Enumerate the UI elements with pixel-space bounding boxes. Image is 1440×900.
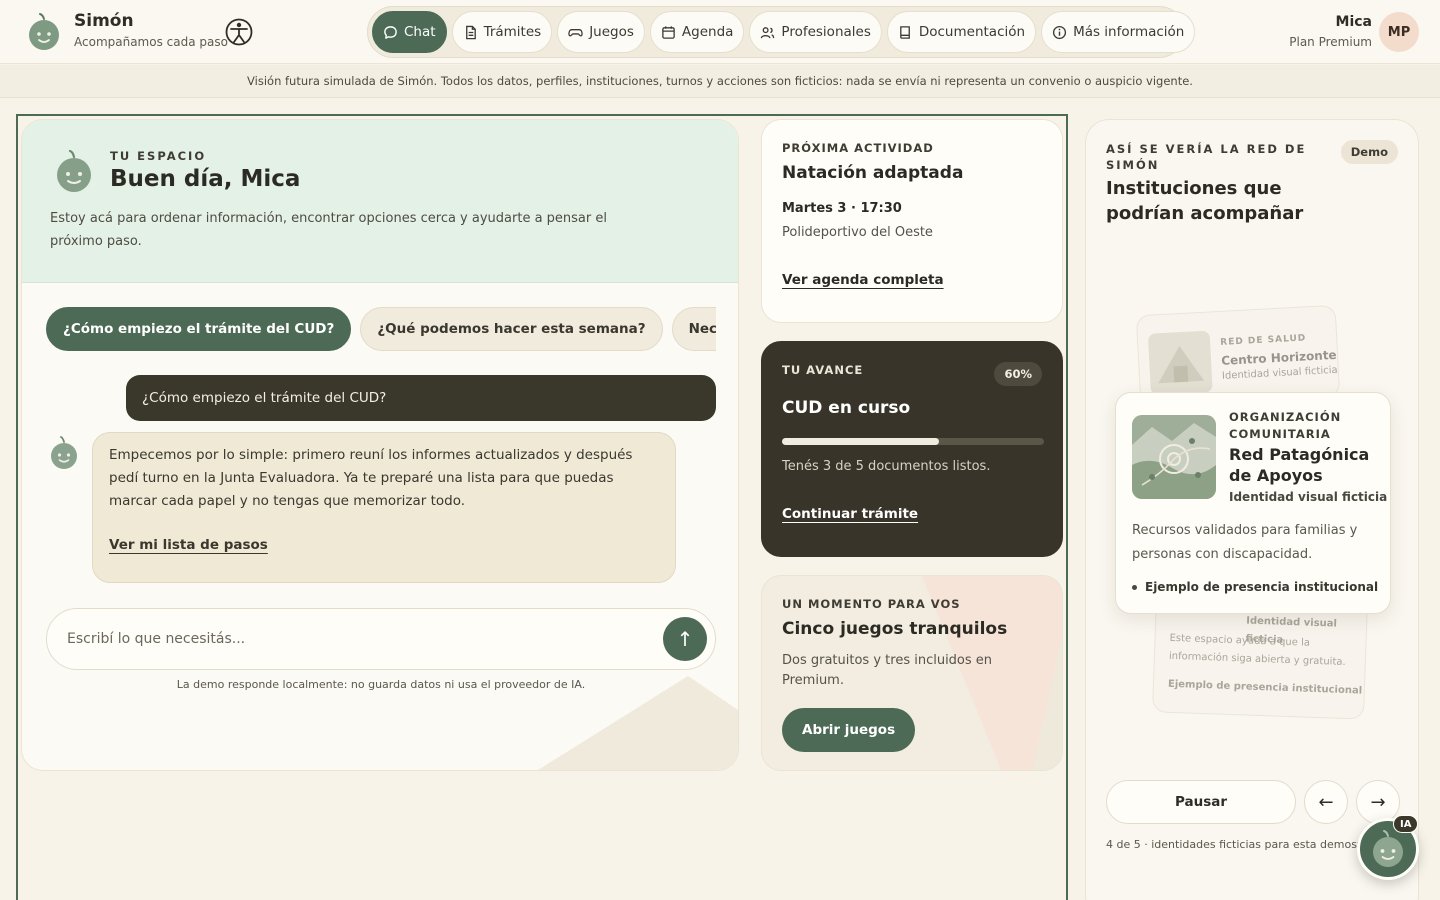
games-card: Un momento para vos Cinco juegos tranqui… [761, 575, 1063, 771]
games-text: Dos gratuitos y tres incluidos en Premiu… [782, 653, 993, 688]
full-agenda-link[interactable]: Ver agenda completa [782, 272, 944, 288]
nav-mas-informacion[interactable]: Más información [1041, 11, 1196, 53]
institution-illustration-icon [1148, 330, 1213, 396]
nav-documentacion[interactable]: Documentación [886, 11, 1037, 53]
chat-card: Tu espacio Buen día, Mica Estoy acá para… [21, 119, 739, 771]
nav-tramites[interactable]: Trámites [451, 11, 553, 53]
chat-composer: ↑ [46, 608, 716, 670]
gamepad-icon [568, 28, 583, 36]
user-plan: Plan Premium [1289, 35, 1372, 49]
chat-intro: Estoy acá para ordenar información, enco… [50, 211, 607, 249]
progress-bar-fill [782, 438, 940, 445]
institution-bullet-text: Ejemplo de presencia institucional [1145, 580, 1379, 594]
institution-card-active[interactable]: Organización comunitaria Red Patagónica … [1115, 392, 1391, 614]
carousel-status: 4 de 5 · identidades ficticias para esta… [1106, 838, 1376, 851]
nav-tramites-label: Trámites [483, 24, 542, 40]
bot-message: Empecemos por lo simple: primero reuní l… [92, 432, 676, 583]
brand-name: Simón [74, 11, 134, 31]
arrow-left-icon: ← [1318, 791, 1334, 813]
nav-juegos-label: Juegos [589, 24, 634, 40]
institution-identity-note: Identidad visual ficticia [1229, 490, 1388, 504]
nav-profesionales[interactable]: Profesionales [749, 11, 882, 53]
suggestion-chips: ¿Cómo empiezo el trámite del CUD? ¿Qué p… [46, 307, 716, 351]
calendar-icon [662, 25, 675, 39]
suggestion-chip[interactable]: ¿Cómo empiezo el trámite del CUD? [46, 307, 352, 351]
ghost-bottom-text: Este espacio ayuda a que la información … [1168, 632, 1346, 668]
institutions-panel: Así se vería la red de Simón Demo Instit… [1085, 119, 1419, 900]
progress-text: Tenés 3 de 5 documentos listos. [782, 459, 991, 474]
simon-logo-icon[interactable] [26, 13, 62, 51]
top-header: Simón Acompañamos cada paso Chat Trámite… [0, 0, 1440, 64]
next-activity-card: Próxima actividad Natación adaptada Mart… [761, 119, 1063, 323]
institution-bullet: Ejemplo de presencia institucional [1132, 580, 1378, 594]
nav-mas-informacion-label: Más información [1073, 24, 1185, 40]
user-name: Mica [1335, 14, 1372, 30]
network-title: Instituciones que podrían acompañar [1106, 178, 1304, 224]
book-icon [900, 25, 910, 39]
prev-arrow-button[interactable]: ← [1304, 780, 1348, 824]
next-activity-when: Martes 3 · 17:30 [782, 201, 902, 216]
brand-tagline: Acompañamos cada paso [74, 35, 228, 49]
progress-card: Tu avance 60% CUD en curso Tenés 3 de 5 … [761, 341, 1063, 557]
arrow-up-icon: ↑ [676, 627, 694, 651]
institution-name: Red Patagónica de Apoyos [1229, 445, 1370, 485]
ghost-bottom-bullet: Ejemplo de presencia institucional [1167, 678, 1363, 697]
network-eyebrow: Así se vería la red de Simón [1106, 142, 1307, 172]
simon-face-icon [57, 149, 91, 192]
nav-chat-label: Chat [404, 24, 436, 40]
nav-profesionales-label: Profesionales [781, 24, 871, 40]
main-nav: Chat Trámites Juegos Agenda Profesionale… [367, 6, 1196, 58]
pause-carousel-button[interactable]: Pausar [1106, 780, 1296, 824]
games-title: Cinco juegos tranquilos [782, 619, 1008, 639]
chat-bubble-icon [384, 25, 397, 39]
next-activity-where: Polideportivo del Oeste [782, 225, 933, 240]
document-icon [465, 25, 476, 39]
demo-disclaimer: Visión futura simulada de Simón. Todos l… [0, 65, 1440, 98]
info-icon [1052, 25, 1067, 39]
chat-input[interactable] [67, 609, 647, 669]
avatar[interactable]: MP [1379, 12, 1419, 52]
bot-message-text: Empecemos por lo simple: primero reuní l… [109, 447, 633, 509]
next-activity-eyebrow: Próxima actividad [782, 141, 934, 155]
chat-eyebrow: Tu espacio [110, 149, 207, 163]
nav-agenda[interactable]: Agenda [649, 11, 745, 53]
suggestion-chip[interactable]: ¿Qué podemos hacer esta semana? [360, 307, 663, 351]
institution-type: Organización comunitaria [1229, 410, 1342, 441]
games-eyebrow: Un momento para vos [782, 597, 961, 611]
bot-avatar-icon [51, 436, 77, 469]
mountain-decoration [538, 676, 738, 770]
continue-procedure-link[interactable]: Continuar trámite [782, 506, 918, 522]
nav-chat[interactable]: Chat [372, 11, 447, 53]
user-message: ¿Cómo empiezo el trámite del CUD? [126, 375, 716, 421]
chat-header: Tu espacio Buen día, Mica Estoy acá para… [22, 120, 738, 283]
institution-map-illustration [1132, 415, 1216, 499]
arrow-right-icon: → [1370, 791, 1386, 813]
send-button[interactable]: ↑ [663, 617, 707, 661]
progress-percent-badge: 60% [994, 362, 1042, 386]
next-arrow-button[interactable]: → [1356, 780, 1400, 824]
people-icon [761, 26, 775, 38]
chat-greeting: Buen día, Mica [110, 166, 301, 192]
next-activity-title: Natación adaptada [782, 163, 964, 183]
progress-title: CUD en curso [782, 398, 911, 418]
bullet-dot-icon [1132, 584, 1137, 590]
progress-eyebrow: Tu avance [782, 363, 864, 377]
nav-documentacion-label: Documentación [918, 24, 1026, 40]
simon-face-icon [1373, 830, 1403, 867]
accessibility-icon[interactable] [224, 17, 254, 47]
open-games-button[interactable]: Abrir juegos [782, 708, 916, 752]
suggestion-chip[interactable]: Necesito una fonoaudióloga [671, 307, 716, 351]
progress-bar [782, 438, 1044, 445]
ai-badge: IA [1393, 815, 1419, 833]
steps-list-link[interactable]: Ver mi lista de pasos [109, 537, 268, 553]
demo-badge: Demo [1340, 140, 1398, 164]
institution-description: Recursos validados para familias y perso… [1132, 523, 1358, 562]
nav-juegos[interactable]: Juegos [557, 11, 645, 53]
ghost-top-type: Red de salud [1220, 333, 1307, 348]
nav-agenda-label: Agenda [681, 24, 734, 40]
